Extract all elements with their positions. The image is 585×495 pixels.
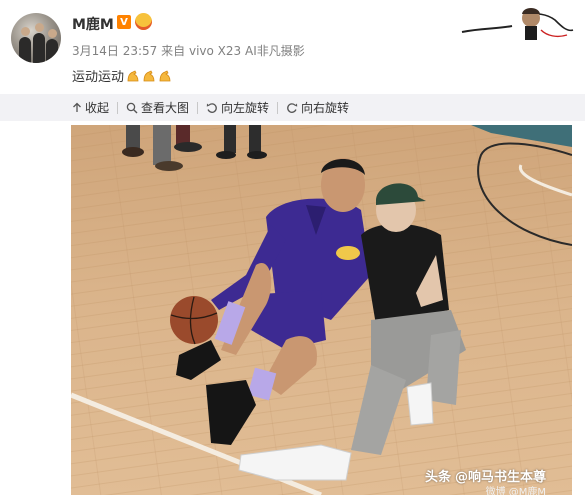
- avatar-figure-head: [48, 29, 57, 38]
- rotate-right-icon: [287, 102, 298, 113]
- magnifier-icon: [126, 102, 138, 113]
- rotate-left-label: 向左旋转: [221, 101, 270, 115]
- post-text: 运动运动: [72, 66, 172, 85]
- post-photo[interactable]: 头条 @响马书生本尊 微博 @M鹿M: [71, 125, 572, 495]
- rotate-right-button[interactable]: 向右旋转: [286, 99, 349, 116]
- verified-badge-icon: V: [117, 15, 131, 29]
- collapse-label: 收起: [85, 101, 110, 115]
- toolbar-divider: [197, 101, 199, 114]
- rotate-right-label: 向右旋转: [301, 101, 350, 115]
- collapse-button[interactable]: 收起: [72, 99, 109, 116]
- avatar-figure: [33, 33, 45, 63]
- view-large-label: 查看大图: [141, 101, 190, 115]
- rotate-left-icon: [206, 102, 217, 113]
- basketball-court-photo: [71, 125, 572, 495]
- view-large-button[interactable]: 查看大图: [126, 99, 189, 116]
- post-meta: 3月14日 23:57 来自 vivo X23 AI非凡摄影: [72, 42, 305, 59]
- post-source-prefix: 来自: [161, 44, 186, 58]
- muscle-emoji-icon: [159, 69, 171, 81]
- image-toolbar: 收起 查看大图 向左旋转 向右旋转: [0, 94, 585, 121]
- avatar[interactable]: [11, 13, 61, 63]
- avatar-figure: [19, 37, 31, 63]
- muscle-emoji-icon: [127, 69, 139, 81]
- muscle-emoji-icon: [143, 69, 155, 81]
- corner-decoration-icon: [461, 8, 574, 40]
- member-crown-icon[interactable]: [135, 13, 152, 30]
- watermark-brand: 头条: [424, 470, 451, 485]
- username-link[interactable]: M鹿M: [72, 14, 114, 34]
- avatar-figure: [46, 39, 58, 63]
- toolbar-divider: [277, 101, 279, 114]
- rotate-left-button[interactable]: 向左旋转: [206, 99, 269, 116]
- toolbar-divider: [117, 101, 119, 114]
- post-text-content: 运动运动: [72, 70, 125, 85]
- avatar-figure-head: [35, 23, 44, 32]
- post-source[interactable]: vivo X23 AI非凡摄影: [189, 44, 305, 58]
- post-timestamp[interactable]: 3月14日 23:57: [72, 44, 157, 58]
- avatar-figure-head: [21, 27, 30, 36]
- photo-watermark-sub: 微博 @M鹿M: [485, 487, 546, 495]
- collapse-icon: [73, 102, 81, 112]
